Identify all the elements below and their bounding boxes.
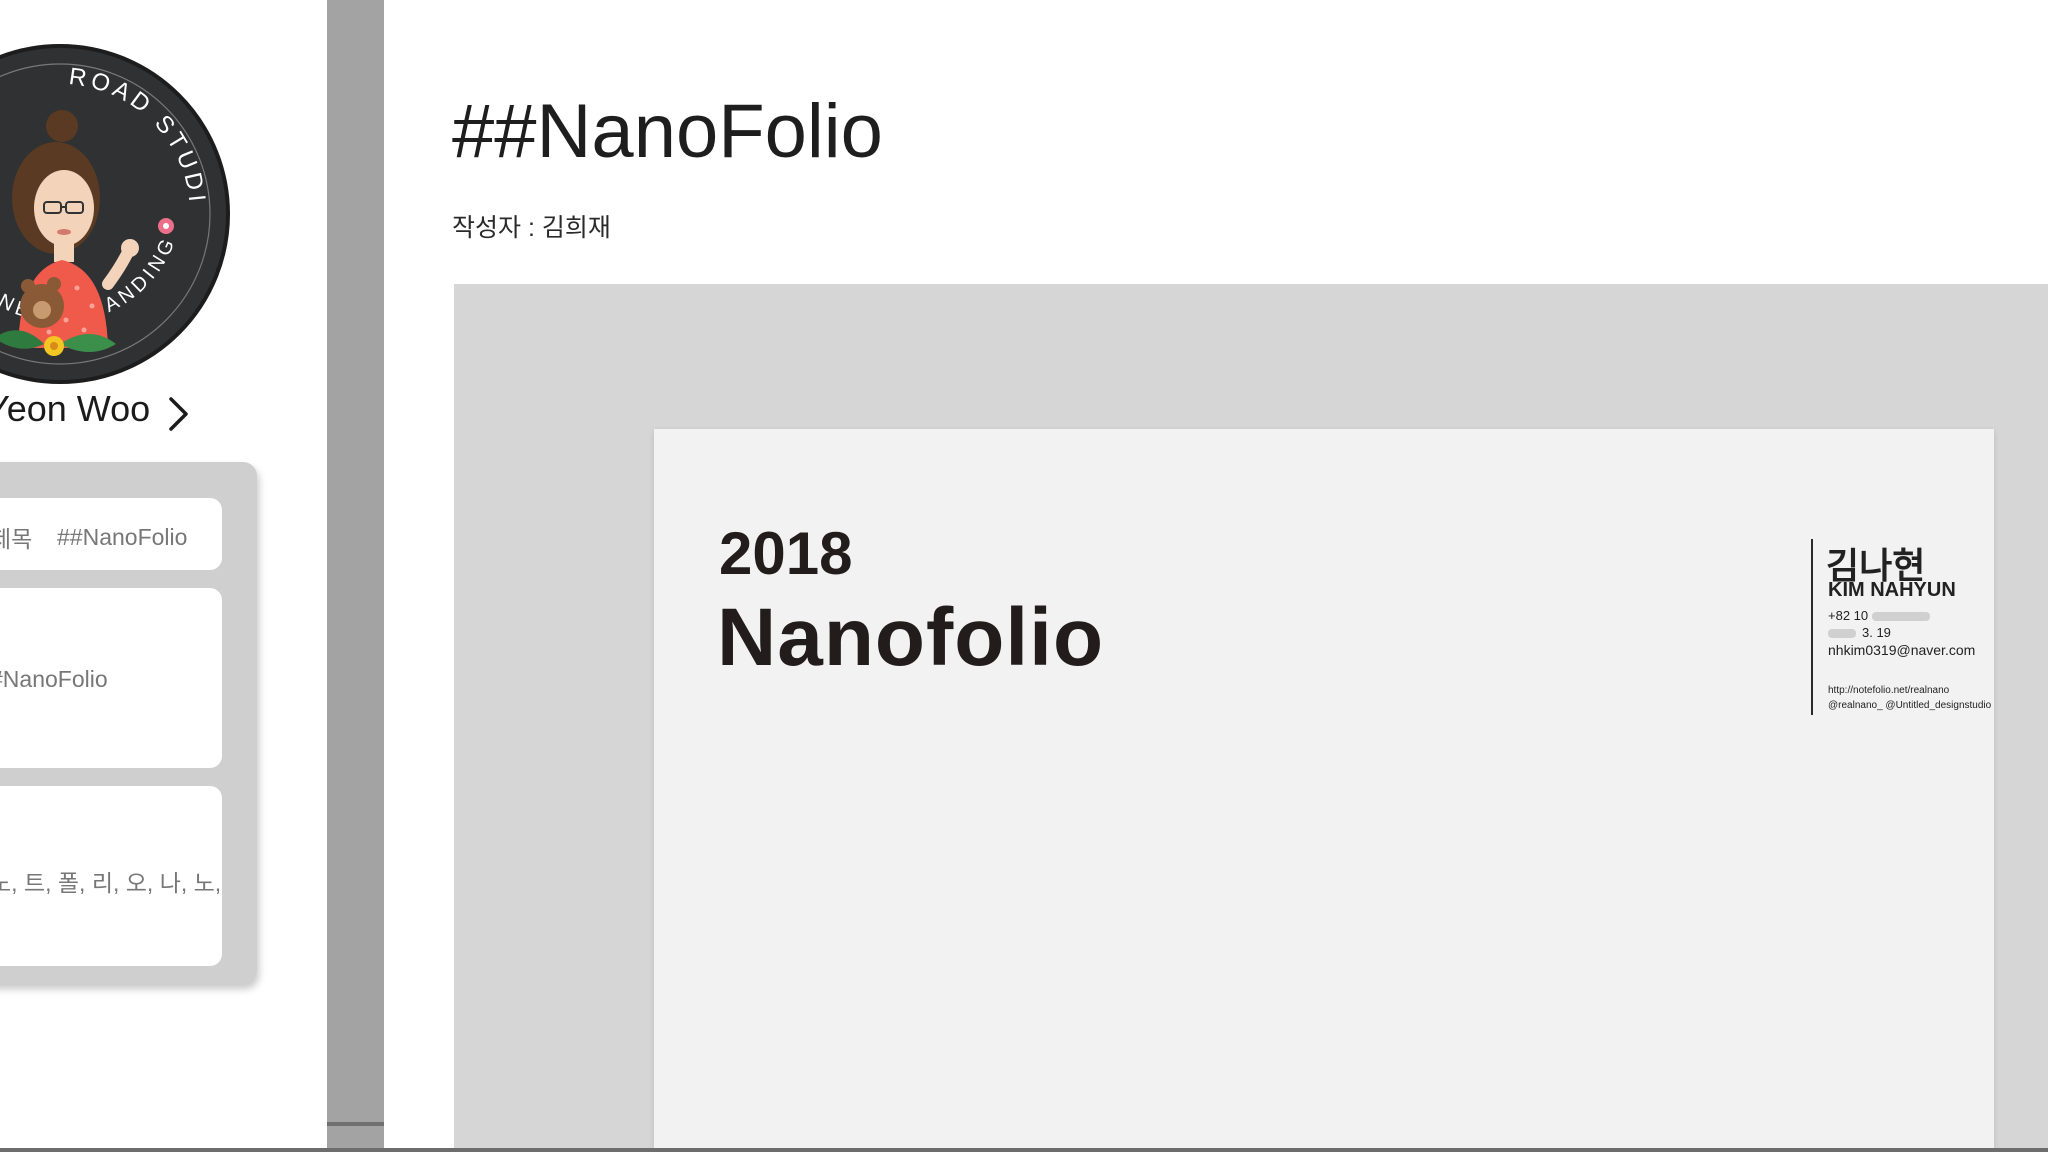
contact-email: nhkim0319@naver.com xyxy=(1828,642,1976,658)
redacted-year xyxy=(1828,629,1856,639)
hashtag-field[interactable]: #NanoFolio xyxy=(0,588,222,768)
document-title: ##NanoFolio xyxy=(452,89,883,174)
contact-social: @realnano_ @Untitled_designstudio xyxy=(1828,700,1992,711)
title-field-value: ##NanoFolio xyxy=(57,524,188,550)
gutter-line xyxy=(320,1122,384,1126)
keywords-field-value: 노, 트, 폴, 리, 오, 나, 노, xyxy=(0,870,222,896)
contact-phone: +82 10 xyxy=(1828,608,1931,623)
title-field-label: 제목 xyxy=(0,526,33,552)
cover-title: Nanofolio xyxy=(717,592,1105,683)
studio-logo-badge[interactable]: ROAD STUDIOS BUSINESS BRANDING xyxy=(0,44,230,384)
portfolio-cover-image: 2018 Nanofolio 김나현 KIM NAHYUN +82 10 3. … xyxy=(654,429,1994,1148)
bottom-edge xyxy=(0,1148,2048,1152)
info-card: 제목 ##NanoFolio #NanoFolio 노, 트, 폴, 리, 오,… xyxy=(0,462,257,984)
chevron-right-icon[interactable] xyxy=(166,394,192,434)
contact-birth-suffix: 3. 19 xyxy=(1862,625,1891,640)
contact-name-english: KIM NAHYUN xyxy=(1828,579,1956,601)
portfolio-preview[interactable]: 2018 Nanofolio 김나현 KIM NAHYUN +82 10 3. … xyxy=(454,284,2048,1148)
profile-name[interactable]: Yeon Woo xyxy=(0,388,150,430)
contact-url: http://notefolio.net/realnano xyxy=(1828,685,1950,696)
document-page: ##NanoFolio 작성자 : 김희재 2018 Nanofolio 김나현… xyxy=(384,0,2048,1148)
document-author: 작성자 : 김희재 xyxy=(452,214,611,242)
profile-panel: ROAD STUDIOS BUSINESS BRANDING xyxy=(0,0,327,1148)
title-field[interactable]: 제목 ##NanoFolio xyxy=(0,498,222,570)
contact-phone-prefix: +82 10 xyxy=(1828,608,1869,623)
cover-year: 2018 xyxy=(719,520,853,587)
contact-birthdate: 3. 19 xyxy=(1828,625,1891,640)
keywords-field[interactable]: 노, 트, 폴, 리, 오, 나, 노, xyxy=(0,786,222,966)
cover-divider xyxy=(1811,539,1813,715)
redacted-phone xyxy=(1872,612,1931,622)
hashtag-field-value: #NanoFolio xyxy=(0,666,108,692)
illustrated-avatar-icon: ROAD STUDIOS BUSINESS BRANDING xyxy=(0,48,211,365)
